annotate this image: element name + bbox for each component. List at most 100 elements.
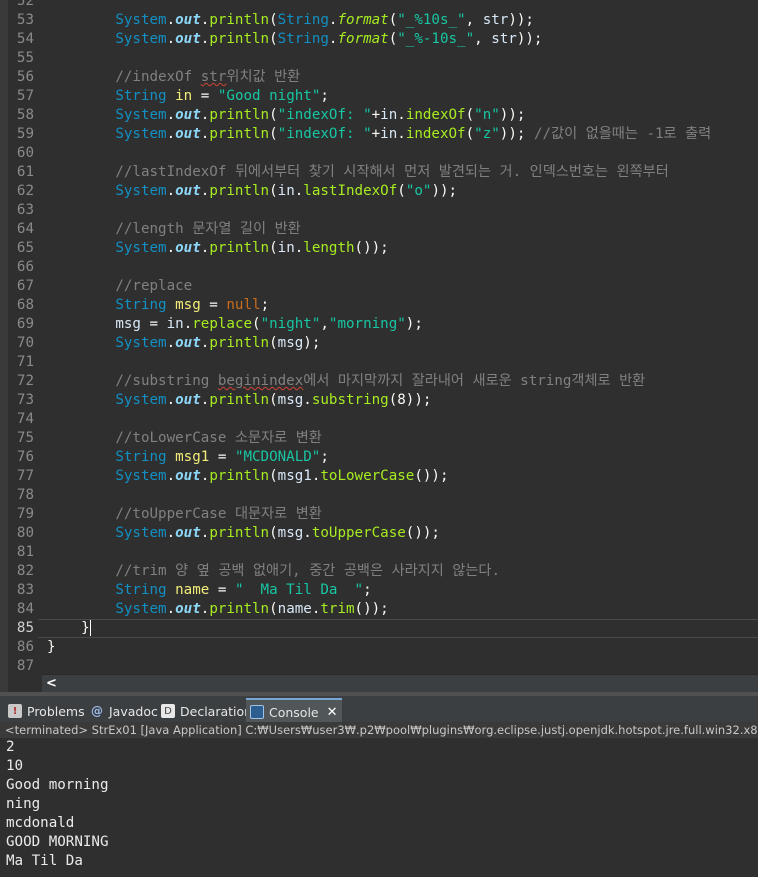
code-token: = <box>200 297 227 313</box>
code-line[interactable]: 61 //lastIndexOf 뒤에서부터 찾기 시작해서 먼저 발견되는 거… <box>0 163 758 182</box>
code-line[interactable]: 59 System.out.println("indexOf: "+in.ind… <box>0 125 758 144</box>
code-token: System <box>115 183 167 199</box>
code-token: 양 옆 공백 없애기, 중간 공백은 사라지지 않는다. <box>175 563 501 579</box>
code-line[interactable]: 57 String in = "Good night"; <box>0 87 758 106</box>
code-text: System.out.println("indexOf: "+in.indexO… <box>47 106 525 125</box>
code-line[interactable]: 86} <box>0 638 758 657</box>
code-line[interactable]: 79 //toUpperCase 대문자로 변환 <box>0 505 758 524</box>
code-token: str <box>491 31 517 47</box>
code-line[interactable]: 77 System.out.println(msg1.toLowerCase()… <box>0 467 758 486</box>
code-token: )); <box>508 12 534 28</box>
code-text: System.out.println(in.length()); <box>47 239 388 258</box>
line-number: 79 <box>16 506 34 522</box>
code-text: System.out.println(msg); <box>47 334 320 353</box>
code-token: ( <box>269 601 278 617</box>
code-token: println <box>209 183 270 199</box>
code-line[interactable]: 60 <box>0 144 758 163</box>
code-line[interactable]: 56 //indexOf str위치값 반환 <box>0 68 758 87</box>
code-line[interactable]: 62 System.out.println(in.lastIndexOf("o"… <box>0 182 758 201</box>
line-number: 54 <box>16 31 34 47</box>
code-line[interactable]: 55 <box>0 49 758 68</box>
bottom-panel: ! Problems @ Javadoc D Declaration Conso… <box>0 692 758 877</box>
code-token: ; <box>320 449 329 465</box>
code-line[interactable]: 78 <box>0 486 758 505</box>
code-token: msg <box>115 316 141 332</box>
code-token: , <box>320 316 329 332</box>
line-number: 70 <box>16 335 34 351</box>
code-line[interactable]: 66 <box>0 258 758 277</box>
code-text: String msg1 = "MCDONALD"; <box>47 448 329 467</box>
code-line[interactable]: 73 System.out.println(msg.substring(8)); <box>0 391 758 410</box>
code-token: + <box>371 126 381 142</box>
code-token: indexOf <box>405 107 466 123</box>
code-line[interactable]: 53 System.out.println(String.format("_%1… <box>0 11 758 30</box>
code-line[interactable]: 63 <box>0 201 758 220</box>
code-token: ()); <box>414 468 449 484</box>
code-line[interactable]: 80 System.out.println(msg.toUpperCase())… <box>0 524 758 543</box>
tab-problems[interactable]: ! Problems <box>4 700 89 722</box>
code-token: format <box>337 31 389 47</box>
line-number: 60 <box>16 145 34 161</box>
line-number: 53 <box>16 12 34 28</box>
code-token: 소문자로 변환 <box>234 430 322 446</box>
code-line[interactable]: 85 } <box>0 619 758 638</box>
code-token: msg1 <box>277 468 312 484</box>
code-line[interactable]: 82 //trim 양 옆 공백 없애기, 중간 공백은 사라지지 않는다. <box>0 562 758 581</box>
code-token: str <box>200 69 227 85</box>
code-token: System <box>115 240 167 256</box>
code-text: String msg = null; <box>47 296 269 315</box>
line-number: 65 <box>16 240 34 256</box>
code-editor[interactable]: 52 53 System.out.println(String.format("_… <box>0 0 758 692</box>
code-line[interactable]: 67 //replace <box>0 277 758 296</box>
code-line[interactable]: 74 <box>0 410 758 429</box>
code-line[interactable]: 54 System.out.println(String.format("_%-… <box>0 30 758 49</box>
console-line: GOOD MORNING <box>6 834 109 850</box>
code-token: 뒤에서부터 찾기 시작해서 먼저 발견되는 거. 인덱스번호는 왼쪽부터 <box>234 164 669 180</box>
code-token: 위치값 반환 <box>226 69 301 85</box>
code-token: System <box>115 392 167 408</box>
code-token: out <box>175 335 201 351</box>
code-line[interactable]: 81 <box>0 543 758 562</box>
code-text: System.out.println(String.format("_%-10s… <box>47 30 542 49</box>
text-caret <box>89 620 91 636</box>
code-token: ( <box>269 468 278 484</box>
code-line[interactable]: 84 System.out.println(name.trim()); <box>0 600 758 619</box>
code-line[interactable]: 52 <box>0 0 758 11</box>
tab-console[interactable]: Console ✕ <box>246 698 342 724</box>
console-line: mcdonald <box>6 815 75 831</box>
code-token: in <box>175 88 193 104</box>
code-token: ( <box>269 183 278 199</box>
code-token: String <box>115 297 167 313</box>
horizontal-scrollbar[interactable]: < <box>42 674 758 692</box>
code-line[interactable]: 64 //length 문자열 길이 반환 <box>0 220 758 239</box>
code-line[interactable]: 70 System.out.println(msg); <box>0 334 758 353</box>
code-token: println <box>209 335 270 351</box>
close-icon[interactable]: ✕ <box>327 705 338 720</box>
line-number: 66 <box>16 259 34 275</box>
tab-javadoc[interactable]: @ Javadoc <box>86 700 162 722</box>
code-line[interactable]: 72 //substring beginindex에서 마지막까지 잘라내어 새… <box>0 372 758 391</box>
code-token: " Ma Til Da " <box>234 582 364 598</box>
code-line[interactable]: 71 <box>0 353 758 372</box>
console-line: ning <box>6 796 41 812</box>
code-line[interactable]: 83 String name = " Ma Til Da "; <box>0 581 758 600</box>
code-token: ( <box>269 240 278 256</box>
code-line[interactable]: 75 //toLowerCase 소문자로 변환 <box>0 429 758 448</box>
line-number: 71 <box>16 354 34 370</box>
code-line[interactable]: 69 msg = in.replace("night","morning"); <box>0 315 758 334</box>
tab-declaration[interactable]: D Declaration <box>157 700 256 722</box>
code-token: "indexOf: " <box>277 126 372 142</box>
code-line[interactable]: 65 System.out.println(in.length()); <box>0 239 758 258</box>
code-token: "MCDONALD" <box>234 449 321 465</box>
code-line[interactable]: 68 String msg = null; <box>0 296 758 315</box>
code-token: = <box>140 316 167 332</box>
code-token: println <box>209 525 270 541</box>
declaration-icon: D <box>161 704 175 718</box>
code-token: out <box>175 31 201 47</box>
code-token: format <box>337 12 389 28</box>
scroll-left-arrow-icon[interactable]: < <box>46 676 57 691</box>
code-line[interactable]: 76 String msg1 = "MCDONALD"; <box>0 448 758 467</box>
code-line[interactable]: 58 System.out.println("indexOf: "+in.ind… <box>0 106 758 125</box>
